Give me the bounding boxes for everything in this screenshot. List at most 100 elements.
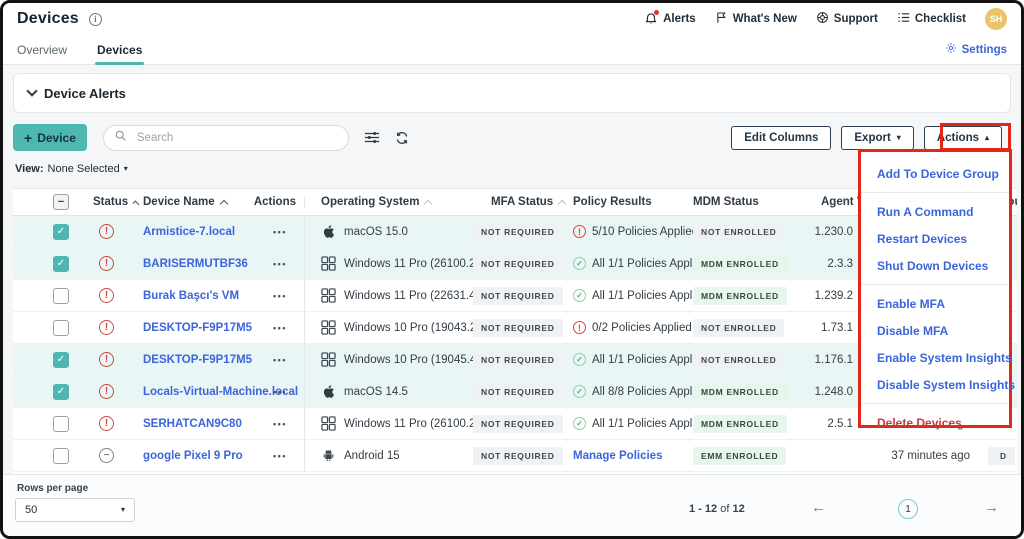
- view-label: View:: [15, 163, 44, 175]
- actions-menu-item-disable-system-insights[interactable]: Disable System Insights: [861, 371, 1009, 398]
- view-selector[interactable]: View: None Selected ▾: [15, 163, 128, 175]
- device-name-link[interactable]: Burak Başcı's VM: [143, 290, 239, 302]
- row-actions-menu-button[interactable]: •••: [273, 291, 287, 301]
- actions-menu-item-delete-devices[interactable]: Delete Devices: [861, 409, 1009, 436]
- col-header-mdm-status[interactable]: MDM Status: [691, 196, 819, 208]
- row-actions-menu-button[interactable]: •••: [273, 259, 287, 269]
- apple-icon: [321, 384, 336, 399]
- windows-icon: [321, 256, 336, 271]
- mfa-status-badge: NOT REQUIRED: [473, 447, 563, 465]
- pagination-range: 1 - 12 of 12: [689, 503, 745, 515]
- current-page-button[interactable]: 1: [898, 499, 918, 519]
- device-name-link[interactable]: DESKTOP-F9P17M5: [143, 322, 252, 334]
- row-actions-menu-button[interactable]: •••: [273, 323, 287, 333]
- search-input[interactable]: [135, 131, 315, 145]
- mfa-status-badge: NOT REQUIRED: [473, 383, 563, 401]
- caret-down-icon: ▾: [897, 134, 901, 142]
- actions-button[interactable]: Actions▴: [924, 126, 1002, 150]
- edit-columns-button[interactable]: Edit Columns: [731, 126, 831, 150]
- mfa-status-badge: NOT REQUIRED: [473, 255, 563, 273]
- mfa-status-badge: NOT REQUIRED: [473, 319, 563, 337]
- actions-menu-item-enable-system-insights[interactable]: Enable System Insights: [861, 344, 1009, 371]
- mdm-status-badge: MDM ENROLLED: [693, 287, 787, 305]
- last-contact: 37 minutes ago: [879, 440, 994, 471]
- previous-page-arrow[interactable]: ←: [811, 499, 826, 516]
- actions-menu-item-disable-mfa[interactable]: Disable MFA: [861, 317, 1009, 344]
- policy-ok-icon: ✓: [573, 353, 586, 366]
- policy-ok-icon: ✓: [573, 289, 586, 302]
- os-label: Android 15: [344, 450, 400, 462]
- mfa-status-badge: NOT REQUIRED: [473, 223, 563, 241]
- device-name-link[interactable]: SERHATCAN9C80: [143, 418, 242, 430]
- actions-menu-item-enable-mfa[interactable]: Enable MFA: [861, 290, 1009, 317]
- col-header-policy-results[interactable]: Policy Results: [571, 196, 691, 208]
- filter-sliders-icon[interactable]: [364, 131, 380, 144]
- rows-per-page-select[interactable]: 50 ▾: [15, 498, 135, 522]
- add-device-button[interactable]: + Device: [13, 124, 87, 151]
- row-actions-menu-button[interactable]: •••: [273, 387, 287, 397]
- mdm-status-badge: MDM ENROLLED: [693, 415, 787, 433]
- android-icon: [321, 448, 336, 463]
- manage-policies-link[interactable]: Manage Policies: [573, 450, 662, 462]
- row-actions-menu-button[interactable]: •••: [273, 227, 287, 237]
- row-actions-menu-button[interactable]: •••: [273, 355, 287, 365]
- agent-version: [819, 440, 879, 471]
- actions-menu-item-add-to-device-group[interactable]: Add To Device Group: [861, 160, 1009, 187]
- refresh-icon[interactable]: [395, 131, 409, 145]
- device-name-link[interactable]: google Pixel 9 Pro: [143, 450, 243, 462]
- device-name-link[interactable]: Armistice-7.local: [143, 226, 235, 238]
- alerts-nav-item[interactable]: Alerts: [644, 12, 696, 26]
- select-all-checkbox[interactable]: −: [53, 194, 69, 210]
- settings-link[interactable]: Settings: [945, 42, 1007, 57]
- col-header-status[interactable]: Status: [91, 196, 138, 208]
- device-alerts-title: Device Alerts: [44, 86, 126, 101]
- row-checkbox[interactable]: ✓: [53, 224, 69, 240]
- tab-overview[interactable]: Overview: [17, 35, 67, 65]
- tab-devices[interactable]: Devices: [97, 35, 142, 65]
- settings-label: Settings: [962, 44, 1007, 56]
- row-checkbox[interactable]: [53, 320, 69, 336]
- actions-menu-item-run-a-command[interactable]: Run A Command: [861, 198, 1009, 225]
- policy-result-text: 0/2 Policies Applied: [592, 322, 692, 334]
- row-checkbox[interactable]: ✓: [53, 256, 69, 272]
- row-checkbox[interactable]: [53, 448, 69, 464]
- alert-status-icon: !: [99, 352, 114, 367]
- actions-menu-item-restart-devices[interactable]: Restart Devices: [861, 225, 1009, 252]
- row-actions-menu-button[interactable]: •••: [273, 451, 287, 461]
- table-footer: Rows per page 50 ▾ 1 - 12 of 12 ← 1 →: [3, 474, 1021, 536]
- col-header-mfa[interactable]: MFA Status: [471, 196, 571, 208]
- col-header-os[interactable]: Operating System: [305, 196, 471, 208]
- export-button[interactable]: Export▾: [841, 126, 913, 150]
- app-window: Devices i Alerts What's New Support Chec…: [0, 0, 1024, 539]
- device-alerts-panel[interactable]: Device Alerts: [13, 73, 1011, 113]
- whats-new-label: What's New: [733, 13, 797, 25]
- bell-icon: [644, 12, 658, 26]
- support-nav-item[interactable]: Support: [816, 11, 878, 27]
- alert-status-icon: !: [99, 320, 114, 335]
- tab-bar: Overview Devices Settings: [3, 35, 1021, 65]
- whats-new-nav-item[interactable]: What's New: [715, 11, 797, 27]
- windows-icon: [321, 288, 336, 303]
- next-page-arrow[interactable]: →: [984, 499, 999, 516]
- row-checkbox[interactable]: [53, 416, 69, 432]
- col-header-device-name[interactable]: Device Name: [138, 196, 256, 208]
- checklist-nav-item[interactable]: Checklist: [897, 11, 966, 27]
- row-actions-menu-button[interactable]: •••: [273, 419, 287, 429]
- device-name-link[interactable]: BARISERMUTBF36: [143, 258, 248, 270]
- row-checkbox[interactable]: ✓: [53, 352, 69, 368]
- alert-status-icon: !: [99, 288, 114, 303]
- device-name-link[interactable]: DESKTOP-F9P17M5: [143, 354, 252, 366]
- sort-asc-icon: [219, 199, 227, 207]
- row-checkbox[interactable]: ✓: [53, 384, 69, 400]
- info-icon[interactable]: i: [89, 13, 102, 26]
- mdm-status-badge: NOT ENROLLED: [693, 319, 784, 337]
- actions-dropdown-menu: Add To Device Group Run A CommandRestart …: [858, 149, 1012, 428]
- inactive-status-icon: −: [99, 448, 114, 463]
- row-checkbox[interactable]: [53, 288, 69, 304]
- actions-menu-item-shut-down-devices[interactable]: Shut Down Devices: [861, 252, 1009, 279]
- support-label: Support: [834, 13, 878, 25]
- policy-result-text: 5/10 Policies Applied: [592, 226, 698, 238]
- user-avatar[interactable]: SH: [985, 8, 1007, 30]
- policy-ok-icon: ✓: [573, 417, 586, 430]
- policy-ok-icon: ✓: [573, 385, 586, 398]
